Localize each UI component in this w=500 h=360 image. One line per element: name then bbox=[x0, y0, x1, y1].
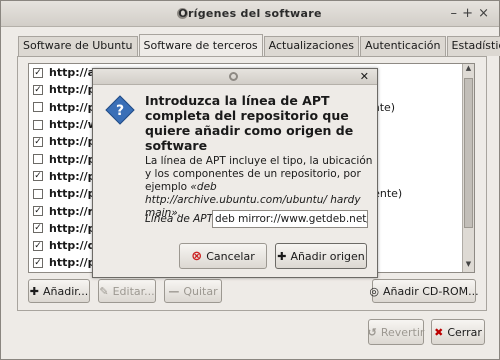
add-source-button[interactable]: ✚ Añadir origen bbox=[275, 243, 367, 269]
add-cdrom-button[interactable]: ◎ Añadir CD-ROM... bbox=[369, 279, 479, 303]
apt-line-input[interactable]: deb mirror://www.getdeb.net/play bbox=[212, 210, 368, 228]
window-title: Orígenes del software bbox=[178, 7, 322, 20]
revert-button[interactable]: ↺ Revertir bbox=[368, 319, 424, 345]
tab-third-party-software[interactable]: Software de terceros bbox=[138, 34, 263, 56]
dialog-app-icon bbox=[229, 72, 238, 81]
minimize-icon[interactable]: – bbox=[451, 6, 458, 21]
enable-checkbox[interactable] bbox=[33, 188, 43, 199]
list-scrollbar[interactable]: ▲ ▼ bbox=[462, 64, 474, 272]
scrollbar-thumb[interactable] bbox=[464, 78, 473, 228]
title-bar[interactable]: Orígenes del software – + × bbox=[1, 1, 499, 27]
dialog-close-icon[interactable]: ✕ bbox=[360, 70, 369, 83]
plus-icon: ✚ bbox=[29, 284, 39, 298]
remove-button[interactable]: — Quitar bbox=[164, 279, 222, 303]
enable-checkbox[interactable]: ✓ bbox=[33, 240, 43, 251]
cdrom-icon: ◎ bbox=[369, 284, 379, 298]
apt-line-label: Línea de APT: bbox=[145, 213, 216, 225]
cancel-button[interactable]: ⊗ Cancelar bbox=[179, 243, 267, 269]
revert-icon: ↺ bbox=[367, 325, 377, 339]
tab-statistics[interactable]: Estadísticas bbox=[446, 36, 500, 56]
tab-updates[interactable]: Actualizaciones bbox=[263, 36, 359, 56]
close-button[interactable]: ✖ Cerrar bbox=[431, 319, 485, 345]
enable-checkbox[interactable]: ✓ bbox=[33, 136, 43, 147]
enable-checkbox[interactable]: ✓ bbox=[33, 84, 43, 95]
enable-checkbox[interactable] bbox=[33, 102, 43, 113]
edit-button[interactable]: ✎ Editar... bbox=[98, 279, 156, 303]
plus-icon: ✚ bbox=[277, 249, 287, 263]
svg-text:?: ? bbox=[116, 103, 124, 119]
dialog-heading: Introduzca la línea de APT completa del … bbox=[145, 93, 354, 153]
dialog-title-bar[interactable]: ✕ bbox=[93, 69, 377, 85]
minus-icon: — bbox=[168, 284, 180, 298]
scroll-up-icon[interactable]: ▲ bbox=[463, 64, 474, 76]
enable-checkbox[interactable]: ✓ bbox=[33, 206, 43, 217]
close-window-icon[interactable]: × bbox=[478, 6, 489, 21]
enable-checkbox[interactable]: ✓ bbox=[33, 257, 43, 268]
tab-bar: Software de Ubuntu Software de terceros … bbox=[18, 34, 500, 56]
enable-checkbox[interactable] bbox=[33, 154, 43, 165]
cancel-icon: ⊗ bbox=[191, 248, 203, 264]
close-icon: ✖ bbox=[434, 325, 444, 339]
enable-checkbox[interactable]: ✓ bbox=[33, 171, 43, 182]
edit-icon: ✎ bbox=[99, 284, 109, 298]
enable-checkbox[interactable]: ✓ bbox=[33, 67, 43, 78]
question-icon: ? bbox=[105, 95, 135, 125]
add-button[interactable]: ✚ Añadir... bbox=[28, 279, 90, 303]
enable-checkbox[interactable] bbox=[33, 119, 43, 130]
add-source-dialog: ✕ ? Introduzca la línea de APT completa … bbox=[92, 68, 378, 278]
tab-authentication[interactable]: Autenticación bbox=[360, 36, 446, 56]
enable-checkbox[interactable]: ✓ bbox=[33, 223, 43, 234]
scroll-down-icon[interactable]: ▼ bbox=[463, 260, 474, 272]
tab-ubuntu-software[interactable]: Software de Ubuntu bbox=[18, 36, 138, 56]
maximize-icon[interactable]: + bbox=[462, 6, 473, 21]
